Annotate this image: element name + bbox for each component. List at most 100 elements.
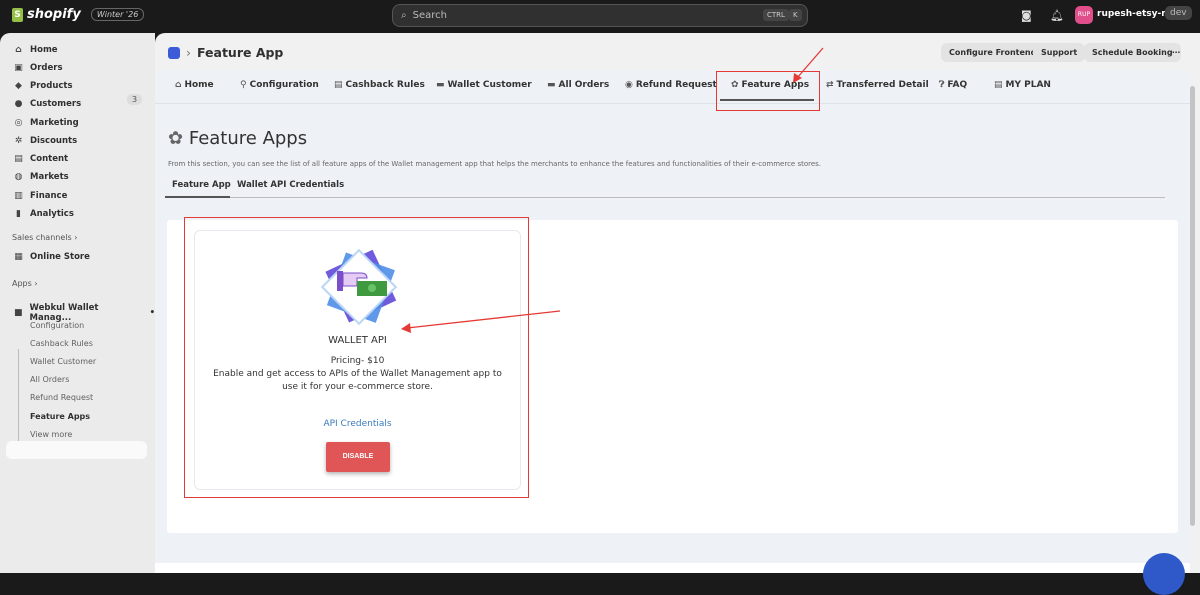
label: Analytics bbox=[30, 209, 74, 219]
card-body: Pricing- $10 Enable and get access to API… bbox=[195, 355, 520, 394]
scrollbar-thumb[interactable] bbox=[1190, 86, 1195, 526]
tab-my-plan[interactable]: ▤ MY PLAN bbox=[994, 80, 1051, 90]
tab-label: FAQ bbox=[947, 80, 968, 90]
sub-wallet-customer[interactable]: Wallet Customer bbox=[30, 357, 96, 366]
bell-icon[interactable]: 🔔︎ bbox=[1050, 9, 1064, 22]
env-badge: dev bbox=[1165, 6, 1192, 20]
kbd-ctrl: CTRL bbox=[763, 9, 789, 21]
tree-line bbox=[18, 349, 19, 449]
sub-feature-apps[interactable]: Feature Apps bbox=[30, 412, 90, 421]
search-placeholder: Search bbox=[412, 10, 447, 21]
question-icon: ❓︎ bbox=[939, 80, 945, 90]
sub-cashback-rules[interactable]: Cashback Rules bbox=[30, 339, 93, 348]
heading-text: Feature Apps bbox=[188, 128, 308, 149]
sales-channels-link[interactable]: Sales channels › bbox=[12, 233, 77, 242]
bank-icon: ▥ bbox=[14, 191, 23, 201]
subtab-wallet-api-credentials[interactable]: Wallet API Credentials bbox=[237, 180, 344, 190]
sidekick-icon[interactable]: ◙ bbox=[1021, 9, 1032, 22]
selected-highlight bbox=[6, 441, 147, 459]
apps-link[interactable]: Apps › bbox=[12, 279, 38, 288]
configure-frontend-button[interactable]: Configure Frontend bbox=[941, 43, 1045, 62]
top-bar: Sshopify Winter '26 ⌕ Search CTRL K ◙ 🔔︎ RU… bbox=[0, 0, 1200, 33]
sidebar-item-content[interactable]: ▤ Content bbox=[14, 154, 68, 164]
breadcrumb-chevron-icon: › bbox=[186, 45, 191, 60]
tab-transferred-detail[interactable]: ⇄ Transferred Detail bbox=[826, 80, 929, 90]
coin-icon: ◉ bbox=[625, 80, 633, 90]
search-input[interactable]: ⌕ Search CTRL K bbox=[392, 4, 808, 27]
tools-icon: ⚲ bbox=[240, 80, 247, 90]
page-description: From this section, you can see the list … bbox=[168, 160, 822, 168]
edition-badge: Winter '26 bbox=[90, 8, 145, 21]
tab-home[interactable]: ⌂ Home bbox=[175, 80, 214, 90]
label: Customers bbox=[30, 99, 82, 109]
sub-view-more[interactable]: View more bbox=[30, 430, 72, 439]
tab-label: Cashback Rules bbox=[345, 80, 425, 90]
tab-faq[interactable]: ❓︎ FAQ bbox=[939, 80, 967, 90]
app-icon: ■ bbox=[14, 308, 23, 318]
tab-refund-request[interactable]: ◉ Refund Request bbox=[625, 80, 717, 90]
label: Online Store bbox=[30, 252, 90, 262]
tab-label: Wallet Customer bbox=[447, 80, 532, 90]
label: Markets bbox=[30, 172, 69, 182]
more-actions-button[interactable]: ⋯ bbox=[1172, 43, 1180, 62]
app-icon bbox=[168, 46, 180, 59]
api-credentials-link[interactable]: API Credentials bbox=[195, 419, 520, 429]
shopify-bag-icon: S bbox=[12, 7, 23, 22]
tab-configuration[interactable]: ⚲ Configuration bbox=[240, 80, 319, 90]
orders-count: 3 bbox=[127, 94, 143, 105]
home-icon: ⌂ bbox=[175, 80, 182, 90]
chart-icon: ▮ bbox=[16, 209, 21, 219]
label: Discounts bbox=[30, 136, 78, 146]
sidebar-item-products[interactable]: ◆ Products bbox=[14, 81, 73, 91]
wallet-icon: ▬ bbox=[547, 80, 556, 90]
sidebar-item-home[interactable]: ⌂ Home bbox=[14, 45, 58, 55]
tab-label: All Orders bbox=[558, 80, 610, 90]
annotation-arrow bbox=[793, 47, 824, 83]
sidebar-item-webkul-wallet[interactable]: ■ Webkul Wallet Manag... • bbox=[14, 303, 155, 323]
tab-label: Transferred Detail bbox=[836, 80, 929, 90]
subtab-feature-app[interactable]: Feature App bbox=[172, 180, 231, 190]
home-icon: ⌂ bbox=[15, 45, 22, 55]
label: Apps bbox=[12, 279, 32, 288]
page-heading: ✿ Feature Apps bbox=[168, 128, 307, 149]
schedule-booking-button[interactable]: Schedule Booking bbox=[1084, 43, 1181, 62]
sidebar: ⌂ Home ▣ Orders 3 ◆ Products ● Customers ◎ Ma… bbox=[0, 33, 155, 573]
sidebar-item-analytics[interactable]: ▮ Analytics bbox=[14, 209, 74, 219]
scrollbar[interactable] bbox=[1190, 80, 1196, 573]
support-button[interactable]: Support bbox=[1033, 43, 1086, 62]
sidebar-item-orders[interactable]: ▣ Orders bbox=[14, 63, 63, 73]
avatar[interactable]: RUP bbox=[1075, 6, 1093, 24]
label: Orders bbox=[30, 63, 63, 73]
tab-wallet-customer[interactable]: ▬ Wallet Customer bbox=[436, 80, 532, 90]
kbd-k: K bbox=[789, 9, 802, 21]
sub-refund-request[interactable]: Refund Request bbox=[30, 393, 93, 402]
label: Content bbox=[30, 154, 69, 164]
sub-configuration[interactable]: Configuration bbox=[30, 321, 84, 330]
sub-all-orders[interactable]: All Orders bbox=[30, 375, 69, 384]
sidebar-item-finance[interactable]: ▥ Finance bbox=[14, 191, 67, 201]
annotation-arrow bbox=[401, 310, 561, 333]
tab-cashback-rules[interactable]: ▤ Cashback Rules bbox=[334, 80, 425, 90]
tab-all-orders[interactable]: ▬ All Orders bbox=[547, 80, 609, 90]
target-icon: ◎ bbox=[14, 118, 23, 128]
wallet-api-illustration bbox=[320, 248, 398, 326]
globe-icon: ◍ bbox=[14, 172, 23, 182]
chat-button[interactable] bbox=[1143, 553, 1185, 595]
feature-card-wallet-api: WALLET API Pricing- $10 Enable and get ac… bbox=[194, 230, 521, 490]
disable-button[interactable]: DISABLE bbox=[326, 442, 390, 472]
tab-label: Home bbox=[184, 80, 214, 90]
person-icon: ● bbox=[14, 99, 23, 109]
tag-icon: ◆ bbox=[15, 81, 22, 91]
tab-label: Refund Request bbox=[635, 80, 717, 90]
sidebar-item-marketing[interactable]: ◎ Marketing bbox=[14, 118, 79, 128]
sidebar-item-customers[interactable]: ● Customers bbox=[14, 99, 82, 109]
feature-apps-panel: WALLET API Pricing- $10 Enable and get ac… bbox=[167, 217, 1178, 533]
sidebar-item-markets[interactable]: ◍ Markets bbox=[14, 172, 69, 182]
plan-icon: ▤ bbox=[994, 80, 1003, 90]
sidebar-item-discounts[interactable]: ✲ Discounts bbox=[14, 136, 77, 146]
link-text[interactable]: API Credentials bbox=[323, 419, 391, 429]
label: Home bbox=[30, 45, 58, 55]
shopify-logo[interactable]: Sshopify Winter '26 bbox=[12, 7, 145, 22]
tab-label: Configuration bbox=[249, 80, 319, 90]
sidebar-item-online-store[interactable]: ▦ Online Store bbox=[14, 252, 90, 262]
